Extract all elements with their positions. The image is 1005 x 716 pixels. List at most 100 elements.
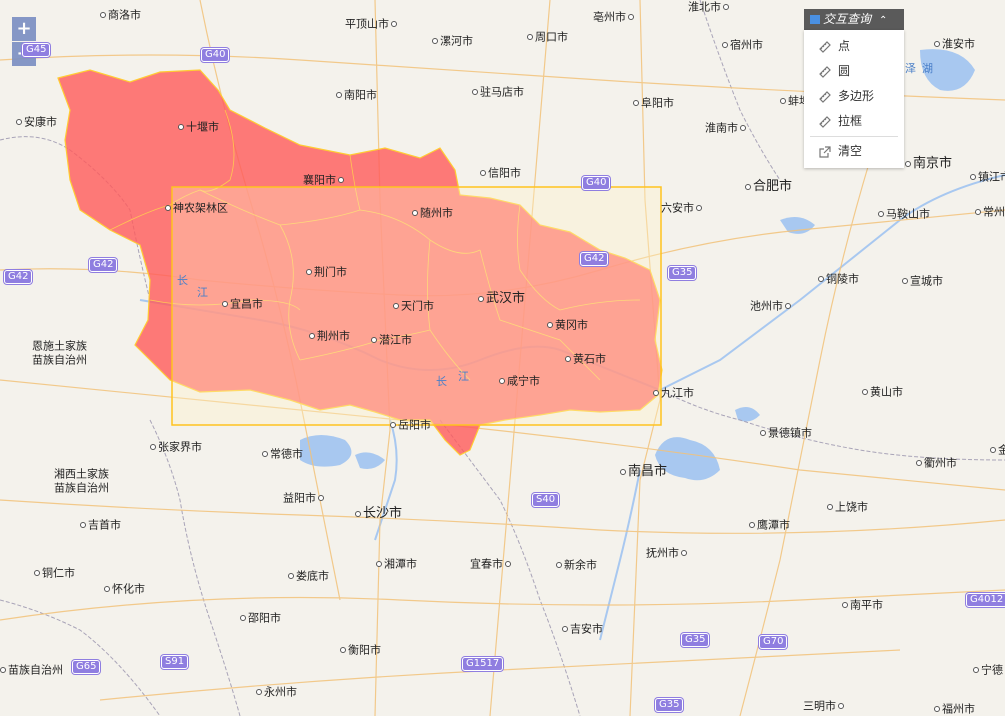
city-name: 亳州市 [593,10,626,24]
highway-shield: G70 [759,635,788,649]
city-dot-icon [80,522,86,528]
query-rectangle-item[interactable]: 拉框 [804,109,904,134]
city-dot-icon [934,706,940,712]
city-dot-icon [505,561,511,567]
city-name: 马鞍山市 [886,207,930,221]
city-label: 九江市 [653,386,694,400]
city-dot-icon [749,522,755,528]
query-polygon-item[interactable]: 多边形 [804,84,904,109]
city-name: 淮南市 [705,121,738,135]
city-name: 信阳市 [488,166,521,180]
city-dot-icon [760,430,766,436]
city-label: 上饶市 [827,500,868,514]
city-dot-icon [256,689,262,695]
city-dot-icon [838,703,844,709]
city-name: 宜春市 [470,557,503,571]
city-label: 景德镇市 [760,426,812,440]
city-name: 九江市 [661,386,694,400]
city-label: 咸宁市 [499,374,540,388]
city-label: 黄石市 [565,352,606,366]
city-label: 亳州市 [593,10,634,24]
city-dot-icon [556,562,562,568]
city-label: 神农架林区 [165,201,228,215]
city-dot-icon [905,160,911,167]
water-label: 长 [436,375,447,388]
query-point-item[interactable]: 点 [804,34,904,59]
highway-shield: G40 [582,176,611,190]
city-name: 荆门市 [314,265,347,279]
query-panel-header[interactable]: 交互查询 ⌃ [804,9,904,30]
city-dot-icon [150,444,156,450]
highway-shield: G42 [580,252,609,266]
city-dot-icon [309,333,315,339]
city-name: 景德镇市 [768,426,812,440]
city-label: 吉安市 [562,622,603,636]
city-label: 铜仁市 [34,566,75,580]
city-dot-icon [306,269,312,275]
city-label: 衡阳市 [340,643,381,657]
city-label: 漯河市 [432,34,473,48]
city-name: 宁德 [981,663,1003,677]
city-dot-icon [745,183,751,190]
city-name: 宜昌市 [230,297,263,311]
city-dot-icon [371,337,377,343]
city-dot-icon [338,177,344,183]
city-dot-icon [412,210,418,216]
city-name: 武汉市 [486,291,526,306]
city-name: 淮北市 [688,0,721,14]
city-dot-icon [340,647,346,653]
city-dot-icon [785,303,791,309]
city-label: 周口市 [527,30,568,44]
city-label: 信阳市 [480,166,521,180]
highway-shield: G45 [22,43,51,57]
city-dot-icon [478,295,484,302]
query-circle-item[interactable]: 圆 [804,59,904,84]
city-label: 天门市 [393,299,434,313]
city-dot-icon [165,205,171,211]
city-dot-icon [681,550,687,556]
city-name: 安康市 [24,115,57,129]
city-label: 平顶山市 [345,17,397,31]
city-dot-icon [628,14,634,20]
city-dot-icon [740,125,746,131]
city-label: 荆州市 [309,329,350,343]
city-name: 潜江市 [379,333,412,347]
query-menu: 点 圆 多边形 拉框 清空 [804,30,904,168]
highway-shield: G4012 [966,593,1005,607]
city-name: 漯河市 [440,34,473,48]
city-name: 淮安市 [942,37,975,51]
city-label: 常德市 [262,447,303,461]
export-icon [819,145,831,158]
city-label: 吉首市 [80,518,121,532]
city-name: 吉首市 [88,518,121,532]
city-dot-icon [970,174,976,180]
city-dot-icon [527,34,533,40]
city-label: 淮安市 [934,37,975,51]
city-name: 合肥市 [753,179,793,194]
city-name: 恩施土家族 苗族自治州 [32,339,87,366]
city-label: 娄底市 [288,569,329,583]
city-label: 马鞍山市 [878,207,930,221]
city-name: 三明市 [803,699,836,713]
city-label: 宜昌市 [222,297,263,311]
map-canvas[interactable]: + − 商洛市平顶山市漯河市 周口市 亳州市 淮北市宿州市 淮安市安康市 十堰市 南阳市 驻马… [0,0,1005,716]
zoom-in-button[interactable]: + [12,17,36,41]
city-name: 天门市 [401,299,434,313]
city-name: 周口市 [535,30,568,44]
city-dot-icon [16,119,22,125]
ruler-icon [819,90,831,103]
city-dot-icon [178,124,184,130]
city-label: 铜陵市 [818,272,859,286]
city-label: 荆门市 [306,265,347,279]
city-name: 六安市 [661,201,694,215]
city-name: 荆州市 [317,329,350,343]
city-label: 南京市 [905,157,952,170]
city-name: 池州市 [750,299,783,313]
city-name: 襄阳市 [303,173,336,187]
city-dot-icon [480,170,486,176]
city-label: 恩施土家族 苗族自治州 [32,339,87,366]
city-label: 武汉市 [478,292,525,305]
city-dot-icon [973,667,979,673]
query-clear-item[interactable]: 清空 [804,139,904,164]
city-label: 岳阳市 [390,418,431,432]
